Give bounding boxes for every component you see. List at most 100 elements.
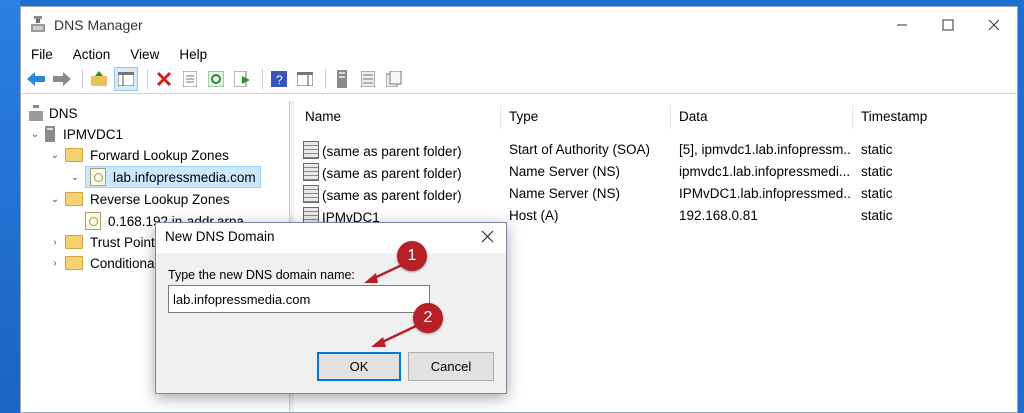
close-icon <box>988 19 1000 31</box>
domain-name-label: Type the new DNS domain name: <box>168 268 355 282</box>
menu-action[interactable]: Action <box>73 47 111 62</box>
record-timestamp: static <box>861 186 893 201</box>
tree-item-forward-lookup-zones[interactable]: ⌄ Forward Lookup Zones <box>49 145 229 165</box>
properties-icon <box>183 71 197 87</box>
window-title: DNS Manager <box>54 17 143 33</box>
toolbar-separator <box>147 69 148 89</box>
dialog-title: New DNS Domain <box>165 229 275 244</box>
chevron-down-icon[interactable]: ⌄ <box>69 172 81 183</box>
export-list-button[interactable] <box>231 68 253 90</box>
refresh-icon <box>208 71 224 87</box>
delete-button[interactable] <box>153 68 175 90</box>
column-divider[interactable] <box>500 105 501 129</box>
toolbar-separator <box>262 69 263 89</box>
chevron-right-icon[interactable]: › <box>49 237 61 248</box>
help-button[interactable]: ? <box>268 68 290 90</box>
desktop-background <box>0 0 20 413</box>
dialog-close-button[interactable] <box>481 228 494 248</box>
record-icon <box>303 185 319 203</box>
minimize-button[interactable] <box>879 7 925 43</box>
record-type: Name Server (NS) <box>509 186 621 201</box>
folder-icon <box>65 192 83 206</box>
close-icon <box>481 230 494 243</box>
tree-item-server[interactable]: ⌄ IPMVDC1 <box>29 124 123 144</box>
step1-badge: 1 <box>397 241 427 271</box>
help-icon: ? <box>271 71 287 87</box>
toolbar: ? <box>21 65 1017 94</box>
back-arrow-icon <box>27 72 45 86</box>
folder-icon <box>65 148 83 162</box>
menu-view[interactable]: View <box>130 47 159 62</box>
column-header-name[interactable]: Name <box>305 109 341 129</box>
tree-item-dns[interactable]: DNS <box>29 103 78 123</box>
server-icon <box>337 70 347 88</box>
folder-icon <box>65 256 83 270</box>
svg-text:?: ? <box>276 73 283 87</box>
properties-button[interactable] <box>179 68 201 90</box>
record-timestamp: static <box>861 142 893 157</box>
folder-icon <box>65 235 83 249</box>
record-data: IPMvDC1.lab.infopressmed... <box>679 186 851 201</box>
folder-up-icon <box>91 71 107 86</box>
menu-help[interactable]: Help <box>179 47 207 62</box>
toolbar-separator <box>82 69 83 89</box>
refresh-button[interactable] <box>205 68 227 90</box>
action-pane-icon <box>297 72 313 86</box>
record-name: (same as parent folder) <box>322 188 462 203</box>
record-list-icon <box>361 71 375 87</box>
menu-file[interactable]: File <box>31 47 53 62</box>
forward-arrow-icon <box>53 72 71 86</box>
record-list-button[interactable] <box>357 68 379 90</box>
domain-name-input[interactable] <box>168 285 430 313</box>
dns-server-icon <box>29 105 43 121</box>
record-icon <box>303 163 319 181</box>
chevron-down-icon[interactable]: ⌄ <box>49 150 61 161</box>
copy-records-button[interactable] <box>383 68 405 90</box>
column-header-data[interactable]: Data <box>679 109 708 129</box>
column-header-type[interactable]: Type <box>509 109 538 129</box>
record-timestamp: static <box>861 208 893 223</box>
ok-button[interactable]: OK <box>317 352 401 381</box>
server-button[interactable] <box>331 68 353 90</box>
new-dns-domain-dialog: New DNS Domain Type the new DNS domain n… <box>155 222 507 394</box>
selected-zone-highlight: lab.infopressmedia.com <box>85 166 261 188</box>
close-window-button[interactable] <box>971 7 1017 43</box>
chevron-down-icon[interactable]: ⌄ <box>49 194 61 205</box>
title-bar: DNS Manager <box>21 7 1017 43</box>
tree-item-lab-zone[interactable]: ⌄ lab.infopressmedia.com <box>69 166 261 188</box>
record-data: 192.168.0.81 <box>679 208 758 223</box>
record-timestamp: static <box>861 164 893 179</box>
maximize-icon <box>942 19 954 31</box>
back-button[interactable] <box>25 68 47 90</box>
dialog-title-bar: New DNS Domain <box>156 223 506 253</box>
record-type: Host (A) <box>509 208 559 223</box>
zone-icon <box>90 168 106 186</box>
record-icon <box>303 141 319 159</box>
record-type: Name Server (NS) <box>509 164 621 179</box>
tree-item-reverse-lookup-zones[interactable]: ⌄ Reverse Lookup Zones <box>49 189 230 209</box>
cancel-button[interactable]: Cancel <box>408 352 494 381</box>
step2-badge: 2 <box>413 303 443 333</box>
chevron-right-icon[interactable]: › <box>49 258 61 269</box>
tree-item-trust-points[interactable]: › Trust Points <box>49 232 161 252</box>
toolbar-separator <box>325 69 326 89</box>
menu-bar: File Action View Help <box>21 43 1017 65</box>
up-folder-button[interactable] <box>88 68 110 90</box>
desktop-background-right <box>1018 0 1024 413</box>
maximize-button[interactable] <box>925 7 971 43</box>
server-icon <box>45 126 55 142</box>
column-header-timestamp[interactable]: Timestamp <box>861 109 927 129</box>
action-pane-button[interactable] <box>294 68 316 90</box>
copy-records-icon <box>386 71 402 87</box>
show-hide-tree-button[interactable] <box>114 67 138 91</box>
record-name: (same as parent folder) <box>322 144 462 159</box>
forward-button[interactable] <box>51 68 73 90</box>
record-name: (same as parent folder) <box>322 166 462 181</box>
record-type: Start of Authority (SOA) <box>509 142 651 157</box>
record-data: [5], ipmvdc1.lab.infopressm... <box>679 142 851 157</box>
chevron-down-icon[interactable]: ⌄ <box>29 129 41 140</box>
column-divider[interactable] <box>670 105 671 129</box>
console-tree-icon <box>118 72 134 86</box>
column-divider[interactable] <box>852 105 853 129</box>
dns-manager-app-icon <box>31 16 45 32</box>
